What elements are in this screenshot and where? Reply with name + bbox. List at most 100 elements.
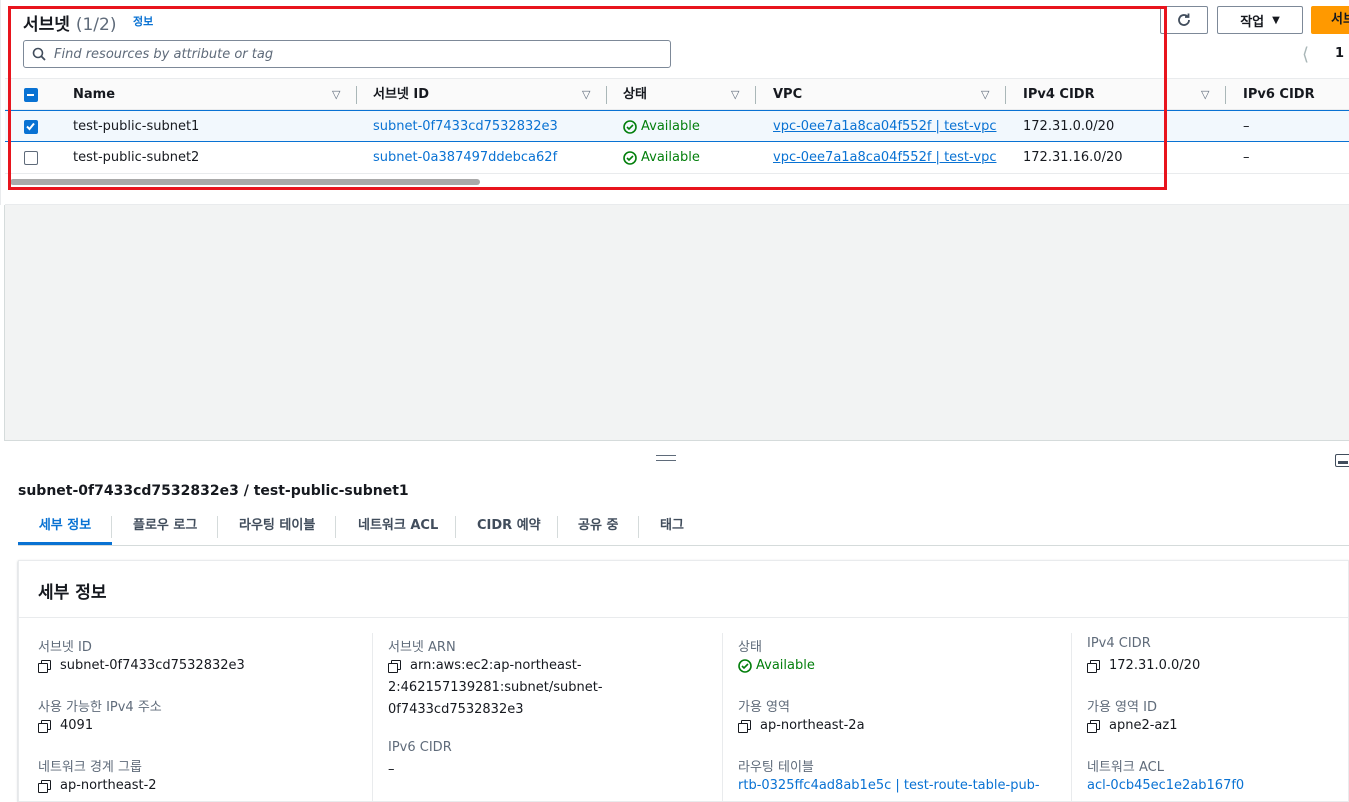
column-divider xyxy=(372,633,373,802)
subnet-arn-label: 서브넷 ARN xyxy=(388,640,456,655)
panel-position-icon[interactable] xyxy=(1335,454,1349,467)
sort-icon[interactable]: ▽ xyxy=(582,79,590,110)
column-divider[interactable] xyxy=(606,86,607,104)
state-value: Available xyxy=(738,658,815,673)
subnet-arn-value: arn:aws:ec2:ap-northeast- xyxy=(388,658,582,673)
column-header-vpc[interactable]: VPC xyxy=(773,79,802,110)
status-available-icon xyxy=(623,119,637,134)
column-header-subnet-id[interactable]: 서브넷 ID xyxy=(373,79,429,110)
cell-state: Available xyxy=(623,111,700,142)
copy-icon[interactable] xyxy=(38,719,51,733)
tab-divider xyxy=(335,516,336,538)
sort-icon[interactable]: ▽ xyxy=(981,79,989,110)
az-id-text: apne2-az1 xyxy=(1109,718,1178,733)
create-subnet-button[interactable]: 서브넷 생성 xyxy=(1311,6,1349,34)
tab-flow-logs[interactable]: 플로우 로그 xyxy=(133,509,197,545)
tab-details[interactable]: 세부 정보 xyxy=(18,509,112,545)
copy-icon[interactable] xyxy=(1087,659,1100,673)
tab-tags[interactable]: 태그 xyxy=(660,509,684,545)
tab-sharing[interactable]: 공유 중 xyxy=(578,509,618,545)
sort-icon[interactable]: ▽ xyxy=(731,79,739,110)
copy-icon[interactable] xyxy=(38,659,51,673)
state-text: Available xyxy=(641,150,700,165)
network-border-group-text: ap-northeast-2 xyxy=(60,778,157,793)
cell-state: Available xyxy=(623,142,700,173)
details-header xyxy=(18,560,1349,618)
column-header-ipv4-cidr[interactable]: IPv4 CIDR xyxy=(1023,79,1095,110)
subnet-id-label: 서브넷 ID xyxy=(38,640,92,655)
tab-network-acl[interactable]: 네트워크 ACL xyxy=(358,509,438,545)
column-divider xyxy=(1071,633,1072,802)
available-ipv4-text: 4091 xyxy=(60,718,94,733)
column-divider[interactable] xyxy=(1005,86,1006,104)
cell-ipv4-cidr: 172.31.0.0/20 xyxy=(1023,119,1115,134)
page-number[interactable]: 1 xyxy=(1335,46,1344,61)
table-header-row: Name ▽ 서브넷 ID ▽ 상태 ▽ VPC ▽ IPv4 CIDR ▽ I… xyxy=(5,78,1349,110)
content-background xyxy=(4,205,1349,440)
check-icon xyxy=(26,122,35,131)
row-checkbox[interactable] xyxy=(24,151,38,165)
ipv4-cidr-text: 172.31.0.0/20 xyxy=(1109,658,1201,673)
az-id-value: apne2-az1 xyxy=(1087,718,1177,733)
route-table-link[interactable]: rtb-0325ffc4ad8ab1e5c | test-route-table… xyxy=(738,778,1040,793)
cell-vpc-link[interactable]: vpc-0ee7a1a8ca04f552f | test-vpc xyxy=(773,142,996,173)
table-row[interactable]: test-public-subnet2 subnet-0a387497ddebc… xyxy=(5,142,1349,174)
ipv6-cidr-label: IPv6 CIDR xyxy=(388,740,452,755)
tab-cidr-reservations[interactable]: CIDR 예약 xyxy=(477,509,541,545)
ipv4-cidr-label: IPv4 CIDR xyxy=(1087,636,1151,651)
status-available-icon xyxy=(738,658,752,673)
column-divider[interactable] xyxy=(1225,86,1226,104)
copy-icon[interactable] xyxy=(388,659,401,673)
state-text: Available xyxy=(756,658,815,673)
details-tabs: 세부 정보 플로우 로그 라우팅 테이블 네트워크 ACL CIDR 예약 공유… xyxy=(18,509,1349,546)
network-border-group-value: ap-northeast-2 xyxy=(38,778,157,793)
column-divider[interactable] xyxy=(755,86,756,104)
refresh-icon xyxy=(1178,13,1190,26)
cell-ipv6-cidr: – xyxy=(1243,150,1250,165)
status-available-icon xyxy=(623,150,637,165)
select-all-checkbox[interactable] xyxy=(24,88,38,102)
row-checkbox[interactable] xyxy=(24,120,38,134)
cell-vpc-link[interactable]: vpc-0ee7a1a8ca04f552f | test-vpc xyxy=(773,111,996,142)
cell-name: test-public-subnet2 xyxy=(73,150,200,165)
tab-route-table[interactable]: 라우팅 테이블 xyxy=(239,509,315,545)
column-header-state[interactable]: 상태 xyxy=(623,79,647,110)
state-text: Available xyxy=(641,119,700,134)
column-divider[interactable] xyxy=(356,86,357,104)
cell-name: test-public-subnet1 xyxy=(73,119,200,134)
tab-divider xyxy=(217,516,218,538)
resize-handle-icon[interactable] xyxy=(656,455,676,461)
copy-icon[interactable] xyxy=(38,779,51,793)
cell-ipv6-cidr: – xyxy=(1243,119,1250,134)
actions-label: 작업 xyxy=(1240,14,1265,30)
cell-subnet-id-link[interactable]: subnet-0f7433cd7532832e3 xyxy=(373,111,558,142)
search-input[interactable] xyxy=(52,45,652,63)
horizontal-scrollbar[interactable] xyxy=(10,179,480,185)
previous-page-icon[interactable]: ⟨ xyxy=(1302,44,1309,65)
route-table-label: 라우팅 테이블 xyxy=(738,760,814,775)
availability-zone-label: 가용 영역 xyxy=(738,700,790,715)
table-row[interactable]: test-public-subnet1 subnet-0f7433cd75328… xyxy=(5,110,1349,142)
copy-icon[interactable] xyxy=(1087,719,1100,733)
copy-icon[interactable] xyxy=(738,719,751,733)
subnet-id-value: subnet-0f7433cd7532832e3 xyxy=(38,658,245,673)
tab-divider xyxy=(638,516,639,538)
subnet-arn-value-line2: 2:462157139281:subnet/subnet- xyxy=(388,680,603,695)
search-field[interactable] xyxy=(23,40,671,68)
info-link[interactable]: 정보 xyxy=(133,13,153,29)
subnet-arn-value-line3: 0f7433cd7532832e3 xyxy=(388,702,524,717)
refresh-button[interactable] xyxy=(1160,6,1208,34)
column-header-ipv6-cidr[interactable]: IPv6 CIDR xyxy=(1243,79,1315,110)
tab-divider xyxy=(557,516,558,538)
sort-icon[interactable]: ▽ xyxy=(332,79,340,110)
column-header-name[interactable]: Name xyxy=(73,79,115,110)
sort-icon[interactable]: ▽ xyxy=(1201,79,1209,110)
network-acl-link[interactable]: acl-0cb45ec1e2ab167f0 xyxy=(1087,778,1244,793)
cell-subnet-id-link[interactable]: subnet-0a387497ddebca62f xyxy=(373,142,557,173)
title-text: 서브넷 xyxy=(23,15,70,35)
state-label: 상태 xyxy=(738,640,762,655)
actions-dropdown-button[interactable]: 작업 ▼ xyxy=(1217,6,1303,34)
search-icon xyxy=(32,47,46,61)
az-id-label: 가용 영역 ID xyxy=(1087,700,1157,715)
available-ipv4-label: 사용 가능한 IPv4 주소 xyxy=(38,700,162,715)
